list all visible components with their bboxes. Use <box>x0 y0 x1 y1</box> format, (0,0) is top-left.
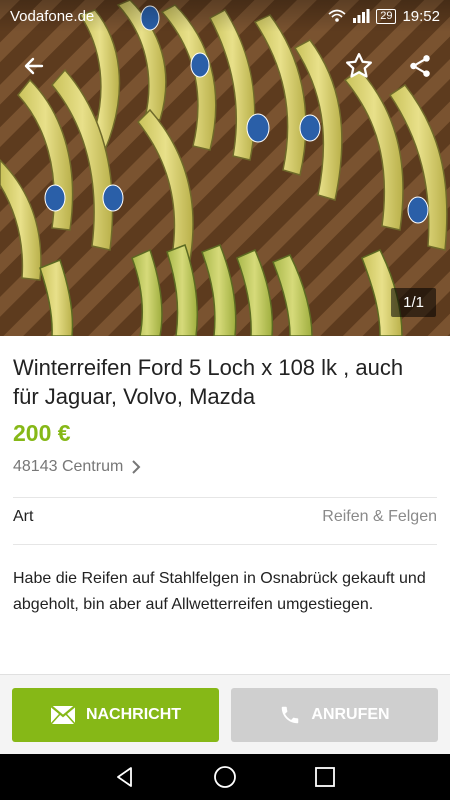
divider <box>13 544 437 545</box>
back-arrow-icon <box>24 57 44 75</box>
battery-indicator: 29 <box>376 8 397 24</box>
message-button-label: NACHRICHT <box>85 706 182 723</box>
top-toolbar <box>0 44 450 88</box>
attribute-row: Art Reifen & Felgen <box>13 508 437 526</box>
chevron-right-icon <box>132 460 141 474</box>
system-nav-bar <box>0 754 450 800</box>
status-icons: 29 19:52 <box>328 8 440 25</box>
nav-home-icon <box>214 766 236 788</box>
wifi-icon <box>328 9 346 22</box>
mail-icon <box>50 705 76 725</box>
phone-icon <box>282 706 299 724</box>
nav-home-button[interactable] <box>210 762 240 792</box>
nav-back-button[interactable] <box>110 762 140 792</box>
attribute-label: Art <box>13 508 34 525</box>
location-text: 48143 Centrum <box>13 458 124 475</box>
attribute-value: Reifen & Felgen <box>322 508 437 525</box>
favorite-button[interactable] <box>341 48 377 84</box>
call-button[interactable]: ANRUFEN <box>231 688 438 742</box>
clock: 19:52 <box>402 7 440 25</box>
action-bar: NACHRICHT ANRUFEN <box>0 674 450 754</box>
call-button-label: ANRUFEN <box>311 706 390 723</box>
nav-recent-icon <box>315 767 335 787</box>
share-button[interactable] <box>402 48 438 84</box>
back-button[interactable] <box>16 48 52 84</box>
nav-recent-button[interactable] <box>310 762 340 792</box>
carrier-name: Vodafone.de <box>10 7 95 25</box>
divider <box>13 497 437 498</box>
signal-icon <box>353 9 370 23</box>
nav-back-icon <box>117 767 132 787</box>
listing-location[interactable]: 48143 Centrum <box>13 458 141 476</box>
message-button[interactable]: NACHRICHT <box>12 688 219 742</box>
listing-screen: Vodafone.de 29 19:52 1/1 Winterreifen Fo… <box>0 0 450 800</box>
share-icon <box>410 55 430 77</box>
status-bar: Vodafone.de 29 19:52 <box>0 0 450 32</box>
listing-price: 200 € <box>13 420 71 446</box>
image-counter: 1/1 <box>391 288 436 317</box>
listing-title: Winterreifen Ford 5 Loch x 108 lk , auch… <box>13 355 404 409</box>
listing-description: Habe die Reifen auf Stahlfelgen in Osnab… <box>13 570 426 613</box>
star-icon <box>346 53 372 78</box>
